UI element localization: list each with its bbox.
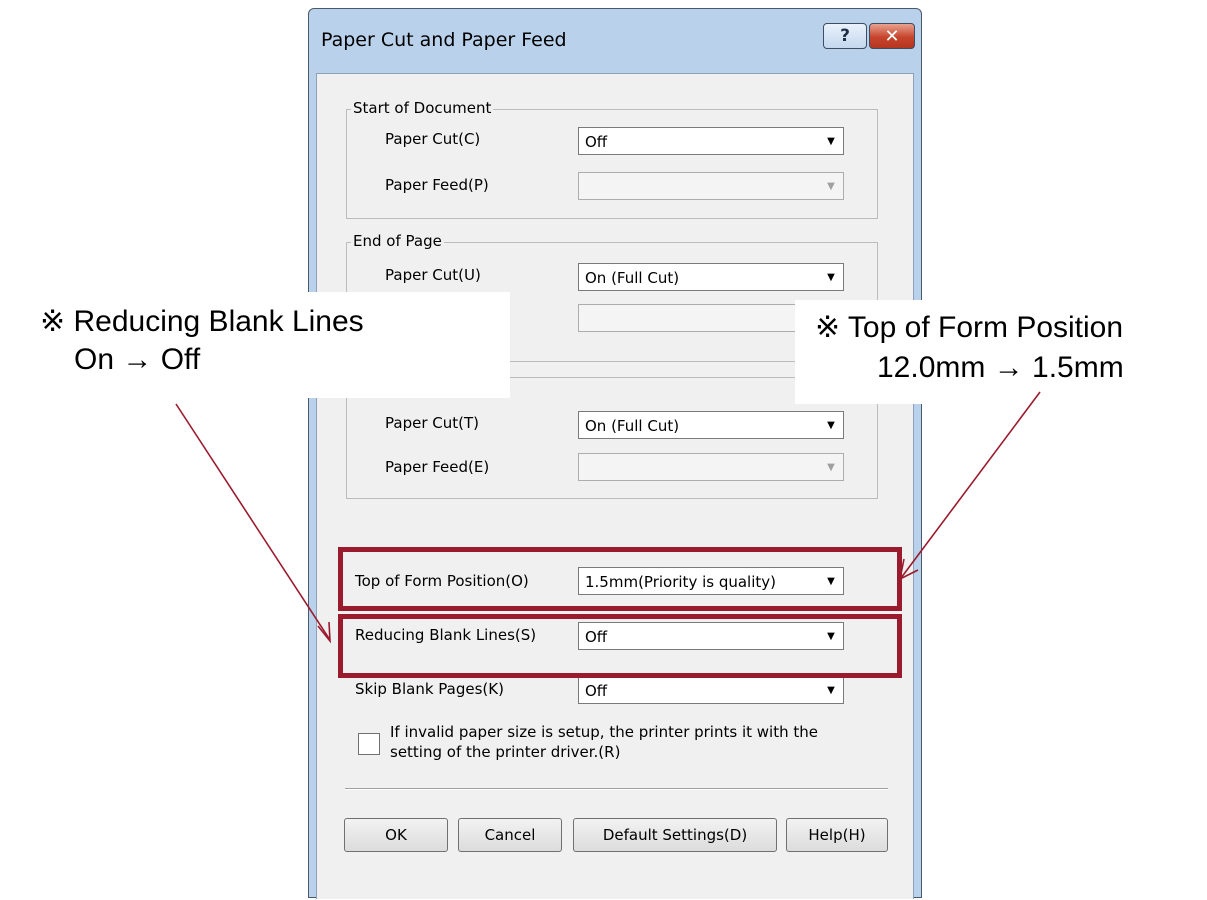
paper-cut-t-label: Paper Cut(T): [385, 414, 479, 432]
default-settings-button-label: Default Settings(D): [602, 826, 748, 844]
reducing-blank-lines-highlight: [338, 614, 902, 678]
close-icon: ✕: [884, 25, 900, 47]
chevron-down-icon[interactable]: ▼: [821, 175, 841, 197]
chevron-down-icon[interactable]: ▼: [821, 679, 841, 701]
paper-feed-e-select[interactable]: ▼: [578, 453, 844, 481]
top-of-form-callout: ※ Top of Form Position 12.0mm → 1.5mm: [795, 300, 1207, 404]
paper-cut-u-value: On (Full Cut): [585, 269, 680, 287]
paper-cut-u-label: Paper Cut(U): [385, 266, 481, 284]
close-button[interactable]: ✕: [869, 23, 915, 49]
paper-cut-c-value: Off: [585, 133, 608, 151]
left-callout-line2: On → Off: [74, 343, 201, 376]
dialog-title: Paper Cut and Paper Feed: [321, 29, 567, 51]
skip-blank-pages-label: Skip Blank Pages(K): [355, 680, 504, 698]
end-of-page-label: End of Page: [351, 232, 444, 250]
cancel-button-label: Cancel: [484, 826, 536, 844]
invalid-paper-checkbox[interactable]: [358, 733, 380, 755]
paper-cut-c-select[interactable]: Off ▼: [578, 127, 844, 155]
left-arrow-line: [175, 403, 331, 641]
title-bar: Paper Cut and Paper Feed ? ✕: [309, 9, 921, 73]
paper-feed-p-select[interactable]: ▼: [578, 172, 844, 200]
top-of-form-highlight: [338, 547, 902, 611]
cancel-button[interactable]: Cancel: [458, 818, 562, 852]
title-help-button[interactable]: ?: [823, 23, 867, 49]
right-callout-line1: ※ Top of Form Position: [815, 311, 1124, 344]
question-icon: ?: [840, 26, 850, 46]
chevron-down-icon[interactable]: ▼: [821, 456, 841, 478]
paper-feed-p-label: Paper Feed(P): [385, 176, 489, 194]
reducing-blank-lines-callout: ※ Reducing Blank Lines On → Off: [0, 292, 510, 398]
chevron-down-icon[interactable]: ▼: [821, 414, 841, 436]
start-of-document-group: Start of Document: [346, 99, 878, 219]
ok-button-label: OK: [385, 826, 407, 844]
skip-blank-pages-select[interactable]: Off ▼: [578, 676, 844, 704]
chevron-down-icon[interactable]: ▼: [821, 266, 841, 288]
default-settings-button[interactable]: Default Settings(D): [573, 818, 777, 852]
right-callout-line2: 12.0mm → 1.5mm: [877, 351, 1124, 384]
paper-cut-u-select[interactable]: On (Full Cut) ▼: [578, 263, 844, 291]
help-button[interactable]: Help(H): [786, 818, 888, 852]
ok-button[interactable]: OK: [344, 818, 448, 852]
chevron-down-icon[interactable]: ▼: [821, 130, 841, 152]
paper-feed-e-label: Paper Feed(E): [385, 458, 490, 476]
invalid-paper-checkbox-label[interactable]: If invalid paper size is setup, the prin…: [390, 722, 870, 762]
start-of-document-label: Start of Document: [351, 99, 494, 117]
help-button-label: Help(H): [808, 826, 866, 844]
separator: [345, 788, 888, 790]
skip-blank-pages-value: Off: [585, 682, 608, 700]
paper-cut-t-select[interactable]: On (Full Cut) ▼: [578, 411, 844, 439]
paper-cut-c-label: Paper Cut(C): [385, 130, 481, 148]
paper-cut-t-value: On (Full Cut): [585, 417, 680, 435]
left-callout-line1: ※ Reducing Blank Lines: [40, 305, 364, 338]
